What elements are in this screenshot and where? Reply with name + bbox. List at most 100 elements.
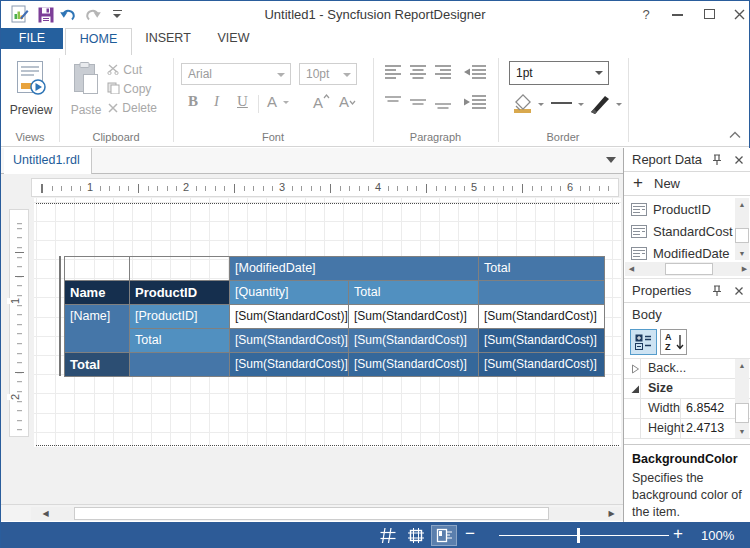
tablix-cell[interactable]: [Sum(StandardCost)]	[229, 304, 349, 329]
tablix-cell[interactable]: [ProductID]	[129, 304, 230, 329]
close-button[interactable]	[728, 5, 750, 24]
tab-view[interactable]: VIEW	[205, 28, 262, 49]
grow-font-button[interactable]: A	[313, 93, 330, 111]
bold-button[interactable]: B	[188, 93, 198, 110]
field-item[interactable]: ProductID	[624, 200, 734, 221]
maximize-button[interactable]	[699, 5, 721, 24]
tablix-cell[interactable]: [Sum(StandardCost)]	[348, 304, 479, 329]
property-category[interactable]: Size	[648, 381, 673, 395]
scroll-right-button[interactable]: ▶	[603, 507, 620, 520]
border-style-icon[interactable]	[551, 102, 572, 104]
preview-button[interactable]: Preview	[9, 59, 53, 119]
ruler-toggle-button[interactable]	[432, 526, 456, 545]
categorized-view-button[interactable]	[630, 329, 657, 355]
tablix-cell[interactable]: [Name]	[64, 304, 130, 353]
new-button[interactable]: + New	[624, 172, 750, 196]
scrollbar-thumb[interactable]	[665, 263, 713, 275]
ribbon: Preview Views Paste Cut Copy Delete Clip…	[1, 55, 749, 147]
scroll-up-button[interactable]: ▲	[735, 359, 749, 372]
align-top-icon[interactable]	[385, 95, 455, 109]
tablix-cell[interactable]: [Sum(StandardCost)]	[478, 328, 605, 353]
tablix-cell[interactable]: Total	[129, 328, 230, 353]
collapse-ribbon-icon[interactable]	[729, 131, 741, 139]
decrease-indent-icon[interactable]	[464, 65, 486, 79]
scroll-down-button[interactable]: ▼	[735, 425, 749, 438]
scroll-right-button[interactable]: ▶	[738, 262, 750, 276]
tablix-cell[interactable]: Total	[478, 256, 605, 281]
border-color-icon[interactable]	[589, 93, 613, 115]
delete-button[interactable]: Delete	[107, 101, 157, 115]
expander-expanded-icon[interactable]	[630, 384, 640, 394]
font-color-button[interactable]: A	[267, 93, 289, 110]
help-button[interactable]: ?	[635, 5, 657, 24]
expander-collapsed-icon[interactable]	[631, 364, 640, 374]
document-tab[interactable]: Untitled1.rdl	[4, 148, 92, 174]
alphabetical-view-button[interactable]: AZ	[660, 329, 687, 355]
pin-icon[interactable]	[710, 284, 724, 298]
tablix-cell[interactable]: [Sum(StandardCost)]	[478, 352, 605, 377]
font-size-combobox[interactable]: 10pt	[299, 63, 357, 85]
increase-indent-icon[interactable]	[464, 95, 486, 109]
caret-icon[interactable]	[616, 103, 622, 106]
scroll-down-button[interactable]: ▼	[735, 247, 749, 260]
close-icon[interactable]	[732, 284, 746, 298]
paragraph-group-label: Paragraph	[373, 131, 498, 143]
scroll-left-button[interactable]: ◀	[37, 507, 54, 520]
cut-icon	[107, 64, 120, 75]
scrollbar-thumb[interactable]	[735, 403, 749, 423]
tab-list-dropdown-icon[interactable]	[606, 157, 616, 163]
underline-button[interactable]: U	[237, 93, 248, 110]
scrollbar-thumb[interactable]	[735, 228, 749, 243]
font-family-combobox[interactable]: Arial	[181, 63, 291, 85]
divider	[258, 95, 259, 113]
tab-home[interactable]: HOME	[65, 28, 132, 55]
property-value[interactable]: 2.4713	[686, 421, 724, 435]
tablix-cell[interactable]: [Sum(StandardCost)]	[229, 328, 349, 353]
zoom-slider-track[interactable]	[499, 535, 669, 536]
tablix-cell[interactable]: Total	[348, 280, 479, 305]
caret-icon[interactable]	[538, 103, 544, 106]
scroll-left-button[interactable]: ◀	[625, 262, 638, 276]
margins-toggle-button[interactable]	[404, 526, 428, 545]
scrollbar-thumb[interactable]	[74, 507, 549, 520]
tab-file[interactable]: FILE	[1, 28, 63, 49]
paste-button[interactable]: Paste	[67, 59, 105, 119]
field-item[interactable]: StandardCost	[624, 222, 734, 243]
zoom-slider-thumb[interactable]	[577, 528, 580, 543]
tablix-cell[interactable]: [ModifiedDate]	[229, 256, 479, 281]
align-left-icon[interactable]	[385, 65, 455, 79]
tablix-cell[interactable]: [Sum(StandardCost)]	[229, 352, 349, 377]
tablix-cell[interactable]: ProductID	[129, 280, 230, 305]
copy-button[interactable]: Copy	[107, 82, 151, 96]
tab-insert[interactable]: INSERT	[138, 28, 198, 49]
tablix-cell[interactable]	[129, 256, 230, 281]
close-icon[interactable]	[732, 153, 746, 167]
zoom-in-button[interactable]: +	[673, 524, 683, 544]
zoom-out-button[interactable]: −	[465, 524, 475, 544]
property-value[interactable]: 6.8542	[686, 401, 724, 415]
report-body-canvas[interactable]: [ModifiedDate] Total Name ProductID [Qua…	[34, 198, 621, 447]
italic-button[interactable]: I	[214, 93, 219, 110]
scroll-up-button[interactable]: ▲	[735, 198, 749, 211]
tablix-cell[interactable]: [Quantity]	[229, 280, 349, 305]
cut-button[interactable]: Cut	[107, 63, 142, 77]
border-width-combobox[interactable]: 1pt	[509, 61, 609, 85]
tablix-cell[interactable]	[478, 280, 605, 305]
grid-toggle-button[interactable]	[376, 526, 400, 545]
tablix-cell[interactable]: [Sum(StandardCost)]	[478, 304, 605, 329]
tablix-cell[interactable]: [Sum(StandardCost)]	[348, 352, 479, 377]
caret-icon[interactable]	[578, 103, 584, 106]
pin-icon[interactable]	[710, 153, 724, 167]
report-data-title: Report Data	[632, 152, 702, 167]
property-label[interactable]: Height	[648, 421, 684, 435]
tablix-cell[interactable]: Total	[64, 352, 130, 377]
property-category[interactable]: Back...	[648, 361, 686, 375]
tablix-cell[interactable]	[64, 256, 130, 281]
property-label[interactable]: Width	[648, 401, 680, 415]
tablix-cell[interactable]: Name	[64, 280, 130, 305]
tablix-cell[interactable]	[129, 352, 230, 377]
tablix-cell[interactable]: [Sum(StandardCost)]	[348, 328, 479, 353]
minimize-button[interactable]	[667, 5, 689, 24]
shrink-font-button[interactable]: A	[339, 93, 356, 110]
fill-color-icon[interactable]	[511, 93, 535, 115]
